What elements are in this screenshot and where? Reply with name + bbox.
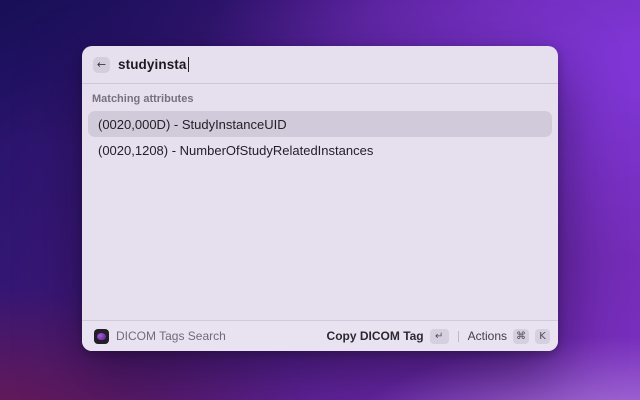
search-text: studyinsta [118,57,187,72]
result-row-study-instance-uid[interactable]: (0020,000D) - StudyInstanceUID [88,111,552,137]
search-bar: ← studyinsta [82,46,558,84]
footer-app-info: DICOM Tags Search [94,328,226,344]
footer-separator [457,330,459,342]
footer-bar: DICOM Tags Search Copy DICOM Tag ↵ Actio… [82,320,558,351]
copy-dicom-tag-action[interactable]: Copy DICOM Tag [327,329,424,343]
result-label: (0020,000D) - StudyInstanceUID [98,116,287,132]
actions-button[interactable]: Actions [468,329,507,343]
return-key-icon[interactable]: ↵ [429,328,449,344]
result-row-number-of-study-related-instances[interactable]: (0020,1208) - NumberOfStudyRelatedInstan… [88,137,552,163]
dicom-app-icon [94,328,109,344]
command-key-icon[interactable]: ⌘ [513,328,529,344]
section-header: Matching attributes [92,93,194,105]
brain-icon [97,332,106,340]
desktop-background: ← studyinsta Matching attributes (0020,0… [0,0,640,400]
footer-actions: Copy DICOM Tag ↵ Actions ⌘ K [327,328,550,344]
k-key-icon[interactable]: K [535,328,550,344]
dicom-tags-search-window: ← studyinsta Matching attributes (0020,0… [82,46,558,351]
back-button[interactable]: ← [93,56,110,73]
text-cursor [187,57,190,72]
search-input[interactable]: studyinsta [118,57,190,72]
app-name: DICOM Tags Search [116,329,226,343]
results-list: Matching attributes (0020,000D) - StudyI… [82,84,558,163]
arrow-left-icon: ← [96,58,107,71]
result-label: (0020,1208) - NumberOfStudyRelatedInstan… [98,142,374,158]
